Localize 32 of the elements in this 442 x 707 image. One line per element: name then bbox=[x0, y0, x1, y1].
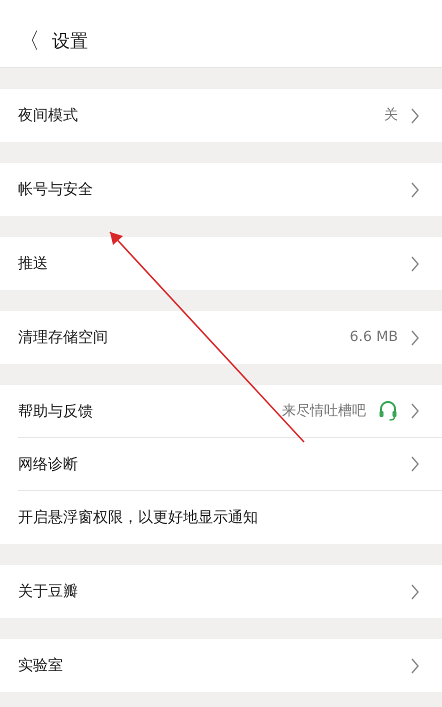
setting-label: 清理存储空间 bbox=[18, 327, 108, 348]
setting-label: 关于豆瓣 bbox=[18, 581, 78, 602]
chevron-icon bbox=[410, 456, 420, 472]
settings-row[interactable]: 夜间模式 关 bbox=[18, 89, 442, 142]
setting-value: 6.6 MB bbox=[350, 328, 398, 347]
back-button[interactable]: 〈 bbox=[18, 30, 40, 52]
setting-label: 帮助与反馈 bbox=[18, 400, 93, 422]
settings-row[interactable]: 实验室 bbox=[18, 639, 442, 692]
chevron-icon bbox=[410, 256, 420, 272]
setting-label: 实验室 bbox=[18, 655, 63, 676]
setting-label: 帐号与安全 bbox=[18, 179, 93, 200]
settings-row[interactable]: 清理存储空间 6.6 MB bbox=[18, 311, 442, 364]
chevron-icon bbox=[410, 330, 420, 346]
settings-row[interactable]: 网络诊断 bbox=[18, 438, 442, 491]
settings-row[interactable]: 开启悬浮窗权限，以更好地显示通知 bbox=[18, 491, 442, 544]
settings-row[interactable]: 帐号与安全 bbox=[18, 163, 442, 216]
setting-label: 网络诊断 bbox=[18, 454, 78, 475]
chevron-icon bbox=[410, 108, 420, 124]
setting-label: 夜间模式 bbox=[18, 105, 78, 126]
settings-row[interactable]: 帮助与反馈 来尽情吐槽吧 bbox=[18, 385, 442, 438]
settings-row[interactable]: 关于豆瓣 bbox=[18, 565, 442, 618]
setting-label: 推送 bbox=[18, 253, 48, 274]
setting-label: 开启悬浮窗权限，以更好地显示通知 bbox=[18, 507, 258, 528]
setting-value: 来尽情吐槽吧 bbox=[282, 402, 366, 420]
headset-icon bbox=[378, 400, 398, 422]
page-title: 设置 bbox=[52, 30, 88, 54]
setting-value: 关 bbox=[384, 106, 398, 125]
settings-row[interactable]: 推送 bbox=[18, 237, 442, 290]
chevron-icon bbox=[410, 658, 420, 674]
chevron-icon bbox=[410, 584, 420, 600]
chevron-icon bbox=[410, 403, 420, 419]
chevron-icon bbox=[410, 182, 420, 198]
